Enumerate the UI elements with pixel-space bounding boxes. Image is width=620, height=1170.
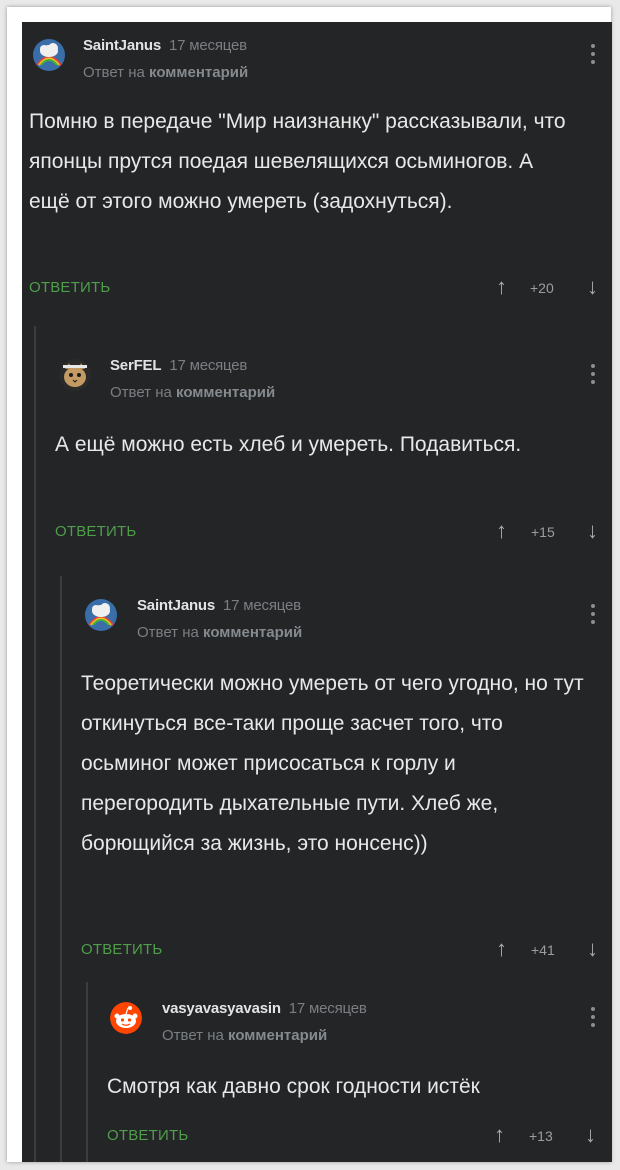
- reddit-alien-avatar[interactable]: [110, 1002, 142, 1034]
- rating-value: +15: [531, 524, 555, 540]
- comment-time: 17 месяцев: [288, 1000, 367, 1017]
- reply-button[interactable]: ОТВЕТИТЬ: [29, 279, 110, 296]
- reply-to-link[interactable]: комментарий: [228, 1027, 327, 1044]
- cloud-rainbow-avatar[interactable]: [85, 599, 117, 631]
- reply-to-link[interactable]: комментарий: [176, 384, 275, 401]
- downvote-icon[interactable]: ↓: [587, 520, 598, 542]
- comment: SaintJanus 17 месяцев Ответ на комментари…: [74, 582, 612, 982]
- comments-panel: SaintJanus 17 месяцев Ответ на комментари…: [22, 22, 612, 1162]
- rating-value: +20: [530, 280, 554, 296]
- comment-author[interactable]: vasyavasyavasin 17 месяцев: [162, 1000, 367, 1017]
- cat-avatar[interactable]: [59, 359, 91, 391]
- reply-to-prefix: Ответ на: [162, 1027, 224, 1044]
- more-options-icon[interactable]: [591, 44, 595, 68]
- upvote-icon[interactable]: ↑: [494, 1124, 505, 1146]
- more-options-icon[interactable]: [591, 1007, 595, 1031]
- author-name[interactable]: SaintJanus: [137, 597, 215, 614]
- reply-to-link[interactable]: комментарий: [149, 64, 248, 81]
- more-options-icon[interactable]: [591, 364, 595, 388]
- thread-line[interactable]: [86, 982, 88, 1162]
- reply-to-prefix: Ответ на: [83, 64, 145, 81]
- reply-button[interactable]: ОТВЕТИТЬ: [55, 523, 136, 540]
- author-name[interactable]: vasyavasyavasin: [162, 1000, 281, 1017]
- comment-time: 17 месяцев: [169, 37, 247, 54]
- author-name[interactable]: SaintJanus: [83, 37, 161, 54]
- comment: vasyavasyavasin 17 месяцев Ответ на комме…: [100, 985, 612, 1162]
- comment: SaintJanus 17 месяцев Ответ на комментари…: [22, 22, 612, 322]
- comment-author[interactable]: SaintJanus 17 месяцев: [83, 37, 247, 54]
- thread-line[interactable]: [34, 326, 36, 1162]
- comment-text: Смотря как давно срок годности истёк: [107, 1075, 480, 1098]
- comment-author[interactable]: SaintJanus 17 месяцев: [137, 597, 301, 614]
- comment-text: Помню в передаче "Мир наизнанку" рассказ…: [29, 110, 566, 213]
- comment-time: 17 месяцев: [169, 357, 248, 374]
- thread-line[interactable]: [60, 576, 62, 1162]
- reply-to-line: Ответ на комментарий: [83, 64, 248, 81]
- downvote-icon[interactable]: ↓: [587, 938, 598, 960]
- downvote-icon[interactable]: ↓: [585, 1124, 596, 1146]
- rating-value: +13: [529, 1128, 553, 1144]
- reply-button[interactable]: ОТВЕТИТЬ: [81, 941, 162, 958]
- comment-time: 17 месяцев: [223, 597, 301, 614]
- screenshot-frame: SaintJanus 17 месяцев Ответ на комментари…: [7, 7, 612, 1162]
- upvote-icon[interactable]: ↑: [496, 938, 507, 960]
- comment-text: А ещё можно есть хлеб и умереть. Подавит…: [55, 433, 522, 456]
- author-name[interactable]: SerFEL: [110, 357, 162, 374]
- reply-to-link[interactable]: комментарий: [203, 624, 302, 641]
- cloud-rainbow-avatar[interactable]: [33, 39, 65, 71]
- reply-to-prefix: Ответ на: [110, 384, 172, 401]
- upvote-icon[interactable]: ↑: [496, 276, 507, 298]
- reply-to-line: Ответ на комментарий: [137, 624, 302, 641]
- upvote-icon[interactable]: ↑: [496, 520, 507, 542]
- comment: SerFEL 17 месяцев Ответ на комментарий А …: [48, 342, 612, 572]
- rating-value: +41: [531, 942, 555, 958]
- downvote-icon[interactable]: ↓: [587, 276, 598, 298]
- more-options-icon[interactable]: [591, 604, 595, 628]
- reply-button[interactable]: ОТВЕТИТЬ: [107, 1127, 188, 1144]
- reply-to-prefix: Ответ на: [137, 624, 199, 641]
- reply-to-line: Ответ на комментарий: [162, 1027, 327, 1044]
- comment-author[interactable]: SerFEL 17 месяцев: [110, 357, 247, 374]
- reply-to-line: Ответ на комментарий: [110, 384, 275, 401]
- comment-text: Теоретически можно умереть от чего угодн…: [81, 672, 584, 855]
